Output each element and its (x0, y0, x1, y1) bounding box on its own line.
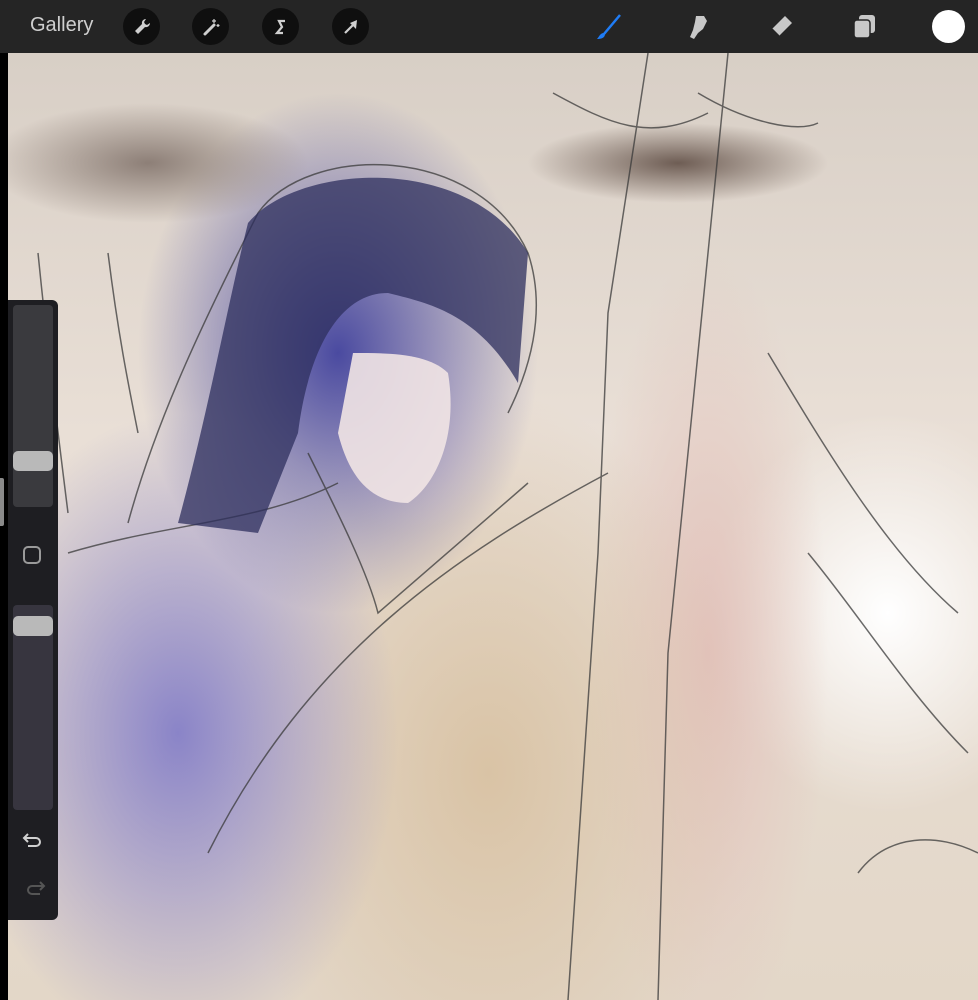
wrench-icon (134, 18, 150, 34)
layers-tool[interactable] (848, 10, 882, 44)
undo-icon[interactable] (22, 830, 46, 850)
magic-wand-icon (203, 18, 219, 35)
selection-icon (274, 19, 285, 34)
artwork-sketch-lines (37, 53, 978, 1000)
sidebar-drag-handle[interactable] (0, 478, 4, 526)
layers-icon (853, 15, 875, 39)
smudge-tool[interactable] (680, 10, 714, 44)
transform-arrow-icon (343, 19, 357, 34)
brush-tool[interactable] (592, 10, 626, 44)
brush-icon (597, 14, 621, 39)
adjustments-button[interactable] (192, 8, 229, 45)
opacity-slider[interactable] (13, 605, 53, 810)
modify-button[interactable] (23, 546, 41, 564)
selection-button[interactable] (262, 8, 299, 45)
actions-button[interactable] (123, 8, 160, 45)
transform-button[interactable] (332, 8, 369, 45)
top-toolbar: Gallery (0, 0, 978, 53)
smudge-icon (690, 16, 707, 39)
drawing-canvas[interactable] (8, 53, 978, 1000)
brush-size-thumb[interactable] (13, 450, 53, 471)
redo-icon[interactable] (22, 878, 46, 898)
opacity-thumb[interactable] (13, 616, 53, 637)
brush-size-slider[interactable] (13, 305, 53, 507)
eraser-tool[interactable] (764, 10, 798, 44)
eraser-icon (771, 16, 792, 37)
gallery-button[interactable]: Gallery (30, 14, 93, 37)
color-picker[interactable] (932, 10, 965, 43)
brush-sidebar (8, 300, 58, 920)
